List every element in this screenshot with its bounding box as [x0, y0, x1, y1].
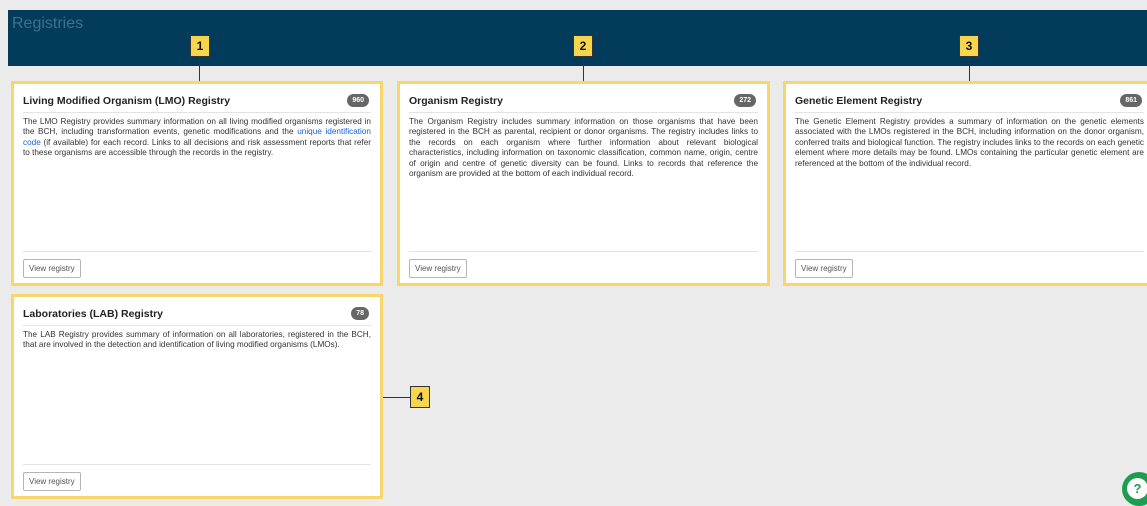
- card-description: The Organism Registry includes summary i…: [409, 117, 758, 179]
- organism-registry-card: Organism Registry 272 The Organism Regis…: [397, 81, 770, 286]
- card-title: Genetic Element Registry: [795, 95, 923, 107]
- card-header: Genetic Element Registry 861: [795, 94, 1144, 113]
- card-title: Living Modified Organism (LMO) Registry: [23, 95, 231, 107]
- callout-2: 2: [573, 35, 593, 57]
- genetic-element-registry-card: Genetic Element Registry 861 The Genetic…: [783, 81, 1147, 286]
- callout-1-line: [199, 54, 200, 82]
- view-registry-button[interactable]: View registry: [409, 259, 467, 278]
- lab-registry-card: Laboratories (LAB) Registry 78 The LAB R…: [11, 294, 383, 499]
- count-badge: 272: [734, 94, 756, 107]
- callout-3: 3: [959, 35, 979, 57]
- card-description: The Genetic Element Registry provides a …: [795, 117, 1144, 168]
- card-header: Laboratories (LAB) Registry 78: [23, 307, 371, 326]
- count-badge: 960: [347, 94, 369, 107]
- callout-2-line: [583, 54, 584, 82]
- card-title: Laboratories (LAB) Registry: [23, 308, 164, 320]
- callout-1: 1: [190, 35, 210, 57]
- card-footer: View registry: [795, 251, 1144, 278]
- card-title: Organism Registry: [409, 95, 503, 107]
- lmo-registry-card: Living Modified Organism (LMO) Registry …: [11, 81, 383, 286]
- card-description: The LAB Registry provides summary of inf…: [23, 330, 371, 350]
- help-icon: ?: [1127, 478, 1147, 499]
- callout-3-line: [969, 54, 970, 82]
- view-registry-button[interactable]: View registry: [23, 472, 81, 491]
- card-header: Organism Registry 272: [409, 94, 758, 113]
- count-badge: 861: [1120, 94, 1142, 107]
- callout-4: 4: [410, 386, 430, 408]
- card-footer: View registry: [409, 251, 758, 278]
- count-badge: 78: [351, 307, 369, 320]
- card-header: Living Modified Organism (LMO) Registry …: [23, 94, 371, 113]
- page-title: Registries: [12, 15, 84, 32]
- view-registry-button[interactable]: View registry: [795, 259, 853, 278]
- card-footer: View registry: [23, 251, 371, 278]
- view-registry-button[interactable]: View registry: [23, 259, 81, 278]
- description-text: (if available) for each record. Links to…: [23, 137, 371, 158]
- help-button[interactable]: ?: [1122, 472, 1147, 506]
- callout-4-line: [382, 397, 410, 398]
- card-description: The LMO Registry provides summary inform…: [23, 117, 371, 159]
- card-footer: View registry: [23, 464, 371, 491]
